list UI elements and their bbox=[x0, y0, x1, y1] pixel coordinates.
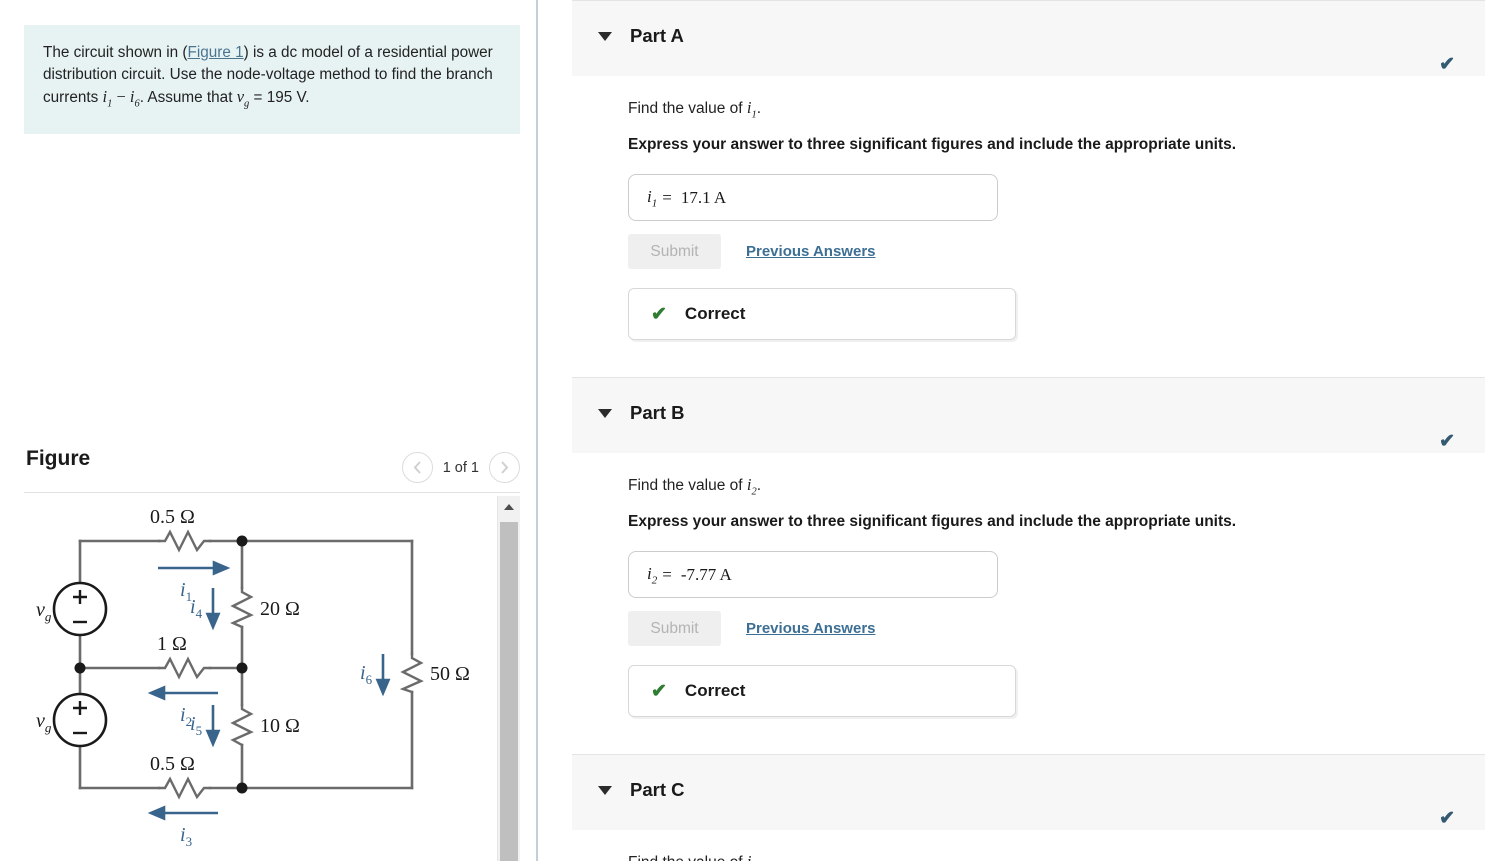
question-suffix: . bbox=[756, 477, 762, 494]
answer-variable: i1 bbox=[647, 186, 658, 209]
scrollbar-thumb[interactable] bbox=[500, 522, 518, 861]
source-bottom-symbol: vg bbox=[36, 692, 108, 748]
answer-variable: i2 bbox=[647, 563, 658, 586]
node-dot bbox=[74, 662, 86, 674]
current-range-from: i1 bbox=[102, 87, 113, 110]
source-top-symbol: vg bbox=[36, 581, 108, 637]
problem-text-tail: . Assume that bbox=[139, 89, 237, 106]
question-prefix: Find the value of bbox=[628, 854, 747, 861]
answer-value: 17.1 A bbox=[680, 187, 727, 207]
question-prefix: Find the value of bbox=[628, 477, 747, 494]
figure-counter: 1 of 1 bbox=[442, 459, 479, 476]
figure-next-button[interactable] bbox=[489, 452, 520, 483]
part-b-previous-answers-link[interactable]: Previous Answers bbox=[746, 620, 876, 637]
figure-divider bbox=[24, 492, 520, 493]
current-label-i3: i3 bbox=[180, 824, 192, 849]
part-c-status-checkmark-icon: ✔ bbox=[1439, 808, 1455, 829]
part-b-submit-row: Submit Previous Answers bbox=[628, 611, 1485, 647]
node-dot bbox=[236, 535, 248, 547]
part-a-header[interactable]: Part A ✔ bbox=[572, 0, 1485, 76]
answer-equals-sign: = bbox=[662, 564, 672, 584]
green-checkmark-icon: ✔ bbox=[651, 303, 667, 325]
current-label-i4: i4 bbox=[190, 596, 203, 621]
part-a-question: Find the value of i1. bbox=[628, 76, 1485, 120]
part-b-section: Part B ✔ Find the value of i2. Express y… bbox=[572, 377, 1485, 718]
left-panel: The circuit shown in (Figure 1) is a dc … bbox=[0, 0, 536, 861]
figure-prev-button[interactable] bbox=[401, 452, 433, 483]
part-c-header[interactable]: Part C ✔ bbox=[572, 754, 1485, 830]
question-variable: i2 bbox=[746, 475, 757, 498]
part-a-section: Part A ✔ Find the value of i1. Express y… bbox=[572, 0, 1485, 341]
range-dash: − bbox=[112, 87, 130, 106]
resistor-label-10: 10 Ω bbox=[260, 715, 300, 737]
figure-1-link[interactable]: Figure 1 bbox=[188, 44, 244, 61]
figure-navigation: 1 of 1 bbox=[401, 452, 520, 483]
node-dot bbox=[236, 782, 248, 794]
part-c-label: Part C bbox=[630, 779, 685, 800]
question-suffix: . bbox=[756, 100, 762, 117]
part-b-label: Part B bbox=[630, 402, 685, 423]
part-b-status-checkmark-icon: ✔ bbox=[1439, 431, 1455, 452]
part-b-submit-button[interactable]: Submit bbox=[628, 611, 721, 647]
scroll-up-button[interactable] bbox=[498, 496, 520, 518]
source-voltage-symbol: vg bbox=[236, 87, 250, 110]
part-a-body: Find the value of i1. Express your answe… bbox=[572, 76, 1485, 341]
part-a-label: Part A bbox=[630, 25, 684, 46]
figure-title: Figure bbox=[26, 447, 91, 470]
part-a-feedback-text: Correct bbox=[684, 304, 746, 324]
resistor-label-1-mid: 1 Ω bbox=[157, 633, 187, 655]
right-panel: Part A ✔ Find the value of i1. Express y… bbox=[538, 0, 1485, 861]
part-c-question: Find the value of i bbox=[628, 830, 1485, 861]
part-b-answer-input[interactable]: i2 = -7.77 A bbox=[628, 551, 998, 599]
source-bottom-label: vg bbox=[36, 710, 52, 735]
problem-page: The circuit shown in (Figure 1) is a dc … bbox=[0, 0, 1485, 861]
collapse-caret-icon[interactable] bbox=[598, 32, 612, 41]
part-b-body: Find the value of i2. Express your answe… bbox=[572, 453, 1485, 718]
problem-text-before-link: The circuit shown in ( bbox=[43, 44, 188, 61]
collapse-caret-icon[interactable] bbox=[598, 786, 612, 795]
figure-header: Figure 1 of 1 bbox=[24, 447, 520, 491]
source-voltage-value: = 195 V. bbox=[249, 89, 310, 106]
part-a-previous-answers-link[interactable]: Previous Answers bbox=[746, 243, 876, 260]
resistor-label-20: 20 Ω bbox=[260, 598, 300, 620]
answer-equals-sign: = bbox=[662, 187, 672, 207]
chevron-right-icon bbox=[501, 461, 509, 474]
problem-statement: The circuit shown in (Figure 1) is a dc … bbox=[24, 25, 520, 135]
figure-scrollbar[interactable] bbox=[497, 496, 520, 861]
current-label-i6: i6 bbox=[360, 662, 373, 687]
part-b-feedback: ✔ Correct bbox=[628, 665, 1016, 718]
part-b-instruction: Express your answer to three significant… bbox=[628, 513, 1237, 531]
resistor-label-50: 50 Ω bbox=[430, 663, 470, 685]
resistor-label-0-5-bottom: 0.5 Ω bbox=[150, 753, 195, 775]
green-checkmark-icon: ✔ bbox=[651, 680, 667, 702]
circuit-diagram: vg vg 0.5 Ω 1 Ω 0.5 Ω 20 Ω 10 Ω 50 Ω i1 … bbox=[36, 506, 470, 849]
part-a-submit-button[interactable]: Submit bbox=[628, 234, 721, 270]
answer-value: -7.77 A bbox=[680, 564, 732, 584]
part-c-body: Find the value of i bbox=[572, 830, 1485, 861]
part-b-question: Find the value of i2. bbox=[628, 453, 1485, 497]
collapse-caret-icon[interactable] bbox=[598, 409, 612, 418]
resistor-label-0-5-top: 0.5 Ω bbox=[150, 506, 195, 528]
part-c-section: Part C ✔ Find the value of i bbox=[572, 754, 1485, 861]
part-a-instruction: Express your answer to three significant… bbox=[628, 136, 1237, 154]
figure-viewport: vg vg 0.5 Ω 1 Ω 0.5 Ω 20 Ω 10 Ω 50 Ω i1 … bbox=[24, 496, 520, 861]
chevron-left-icon bbox=[413, 461, 421, 474]
part-a-status-checkmark-icon: ✔ bbox=[1439, 54, 1455, 75]
part-a-feedback: ✔ Correct bbox=[628, 288, 1016, 341]
current-range-to: i6 bbox=[129, 87, 140, 110]
part-a-answer-input[interactable]: i1 = 17.1 A bbox=[628, 174, 998, 222]
node-dot bbox=[236, 662, 248, 674]
part-b-header[interactable]: Part B ✔ bbox=[572, 377, 1485, 453]
current-label-i5: i5 bbox=[190, 713, 202, 738]
question-variable: i bbox=[747, 852, 752, 861]
question-variable: i1 bbox=[746, 98, 757, 121]
part-a-submit-row: Submit Previous Answers bbox=[628, 234, 1485, 270]
question-prefix: Find the value of bbox=[628, 100, 747, 117]
scroll-up-arrow-icon bbox=[504, 504, 514, 510]
source-top-label: vg bbox=[36, 599, 52, 624]
part-b-feedback-text: Correct bbox=[684, 681, 746, 701]
